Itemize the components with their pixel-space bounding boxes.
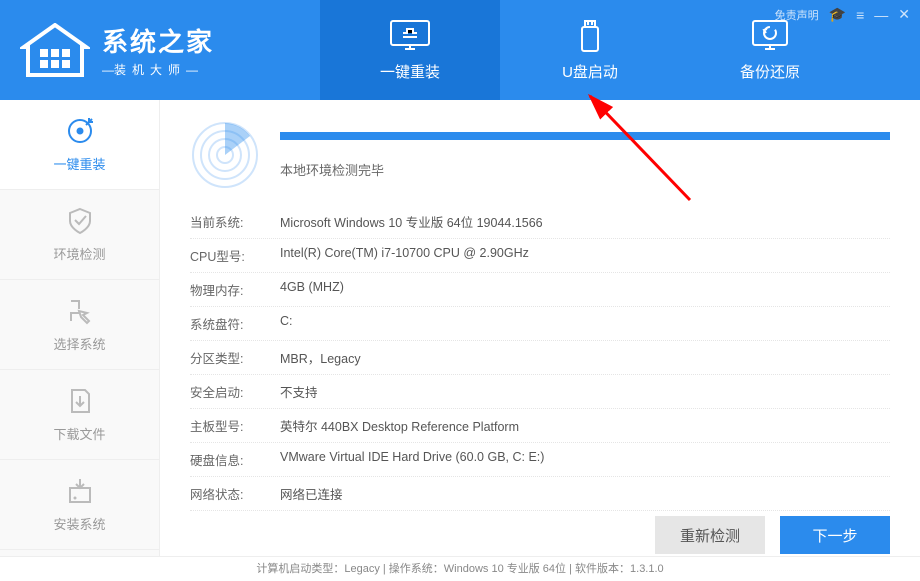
- info-label: 硬盘信息:: [190, 450, 270, 469]
- info-label: 物理内存:: [190, 280, 270, 299]
- info-list: 当前系统:Microsoft Windows 10 专业版 64位 19044.…: [190, 205, 890, 511]
- next-button[interactable]: 下一步: [780, 516, 890, 554]
- info-label: 系统盘符:: [190, 314, 270, 333]
- tab-label: 备份还原: [740, 61, 800, 82]
- progress-bar: [280, 132, 890, 140]
- info-row: 安全启动:不支持: [190, 375, 890, 409]
- info-row: 物理内存:4GB (MHZ): [190, 273, 890, 307]
- info-value: Microsoft Windows 10 专业版 64位 19044.1566: [270, 212, 890, 231]
- info-label: 网络状态:: [190, 484, 270, 503]
- info-row: 分区类型:MBR，Legacy: [190, 341, 890, 375]
- tab-label: 一键重装: [380, 61, 440, 82]
- graduation-icon[interactable]: 🎓: [829, 6, 846, 23]
- info-row: 网络状态:网络已连接: [190, 477, 890, 511]
- scan-row: 本地环境检测完毕: [190, 120, 890, 190]
- disclaimer-link[interactable]: 免责声明: [775, 7, 819, 23]
- sidebar-label: 环境检测: [53, 244, 105, 263]
- info-value: 4GB (MHZ): [270, 280, 890, 299]
- info-label: 安全启动:: [190, 382, 270, 401]
- info-row: 当前系统:Microsoft Windows 10 专业版 64位 19044.…: [190, 205, 890, 239]
- close-button[interactable]: ✕: [898, 6, 910, 23]
- retest-button[interactable]: 重新检测: [655, 516, 765, 554]
- tab-reinstall[interactable]: 一键重装: [320, 0, 500, 100]
- logo-area: 系统之家 装机大师: [0, 0, 320, 100]
- info-value: MBR，Legacy: [270, 348, 890, 367]
- tab-usb-boot[interactable]: U盘启动: [500, 0, 680, 100]
- body: 一键重装 环境检测 选择系统 下载文件 安装系统: [0, 100, 920, 556]
- info-value: 不支持: [270, 382, 890, 401]
- shield-check-icon: [65, 206, 95, 236]
- sidebar-item-download[interactable]: 下载文件: [0, 370, 159, 460]
- sidebar-label: 安装系统: [53, 514, 105, 533]
- info-row: CPU型号:Intel(R) Core(TM) i7-10700 CPU @ 2…: [190, 239, 890, 273]
- monitor-icon: [389, 19, 431, 53]
- info-row: 硬盘信息:VMware Virtual IDE Hard Drive (60.0…: [190, 443, 890, 477]
- title-controls: 免责声明 🎓 ≡ — ✕: [775, 6, 910, 23]
- content: 本地环境检测完毕 当前系统:Microsoft Windows 10 专业版 6…: [160, 100, 920, 556]
- logo-house-icon: [20, 23, 90, 78]
- sidebar-label: 选择系统: [53, 334, 105, 353]
- action-row: 重新检测 下一步: [190, 516, 890, 554]
- sidebar-item-install[interactable]: 安装系统: [0, 460, 159, 550]
- info-value: VMware Virtual IDE Hard Drive (60.0 GB, …: [270, 450, 890, 469]
- tab-label: U盘启动: [562, 61, 618, 82]
- header: 系统之家 装机大师 一键重装 U盘启动 备份还原 免责声明 🎓 ≡ — ✕: [0, 0, 920, 100]
- info-label: 分区类型:: [190, 348, 270, 367]
- info-value: 英特尔 440BX Desktop Reference Platform: [270, 416, 890, 435]
- sidebar-label: 下载文件: [53, 424, 105, 443]
- info-value: Intel(R) Core(TM) i7-10700 CPU @ 2.90GHz: [270, 246, 890, 265]
- sidebar-item-reinstall[interactable]: 一键重装: [0, 100, 159, 190]
- info-value: C:: [270, 314, 890, 333]
- info-row: 系统盘符:C:: [190, 307, 890, 341]
- info-row: 主板型号:英特尔 440BX Desktop Reference Platfor…: [190, 409, 890, 443]
- sidebar-item-select-system[interactable]: 选择系统: [0, 280, 159, 370]
- select-icon: [65, 296, 95, 326]
- progress-text: 本地环境检测完毕: [280, 160, 890, 179]
- sidebar-item-env-check[interactable]: 环境检测: [0, 190, 159, 280]
- minimize-button[interactable]: —: [874, 7, 888, 23]
- info-label: 主板型号:: [190, 416, 270, 435]
- logo-title: 系统之家: [102, 22, 214, 59]
- info-label: 当前系统:: [190, 212, 270, 231]
- sidebar: 一键重装 环境检测 选择系统 下载文件 安装系统: [0, 100, 160, 556]
- radar-icon: [190, 120, 260, 190]
- logo-subtitle: 装机大师: [102, 61, 214, 78]
- install-icon: [65, 476, 95, 506]
- download-icon: [65, 386, 95, 416]
- menu-icon[interactable]: ≡: [856, 7, 864, 23]
- info-value: 网络已连接: [270, 484, 890, 503]
- info-label: CPU型号:: [190, 246, 270, 265]
- target-icon: [65, 116, 95, 146]
- statusbar: 计算机启动类型：Legacy | 操作系统：Windows 10 专业版 64位…: [0, 556, 920, 580]
- restore-icon: [749, 19, 791, 53]
- usb-icon: [569, 19, 611, 53]
- sidebar-label: 一键重装: [53, 154, 105, 173]
